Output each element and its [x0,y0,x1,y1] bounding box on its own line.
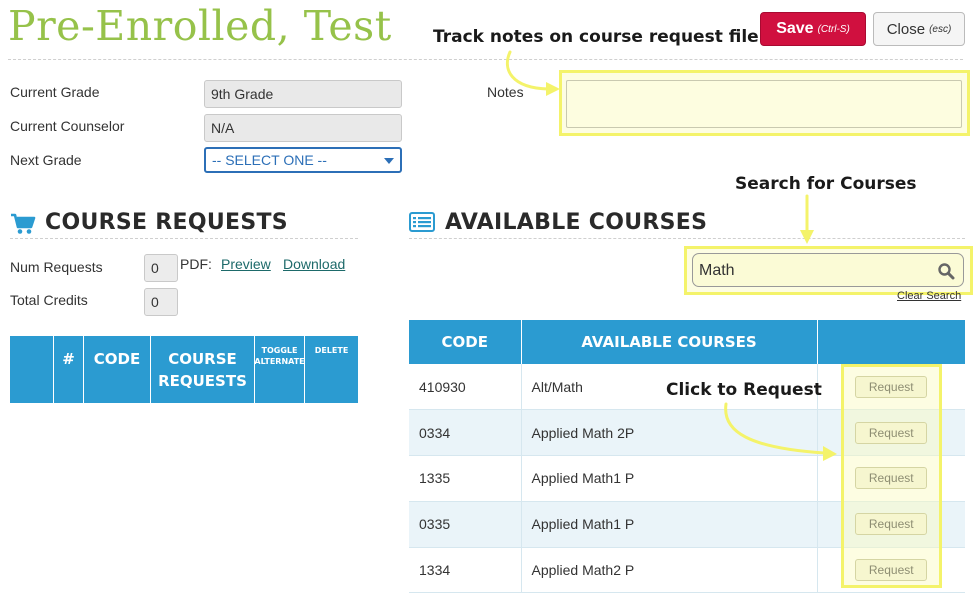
course-search-box[interactable] [692,253,964,287]
course-code: 0335 [409,501,522,548]
request-annotation: Click to Request [666,380,822,400]
chevron-down-icon [384,158,394,164]
col-toggle-alternate: TOGGLE ALTERNATE [254,336,305,403]
current-grade-label: Current Grade [10,84,100,100]
col-code-label: CODE [93,350,141,368]
list-icon [409,212,435,232]
notes-label: Notes [487,84,524,100]
pdf-label: PDF: [180,256,212,272]
col-available-action [817,320,965,364]
close-button[interactable]: Close (esc) [873,12,965,46]
preview-link[interactable]: Preview [221,256,271,272]
request-column-highlight [841,364,942,588]
col-handle [10,336,54,403]
course-requests-divider [10,238,358,239]
shopping-cart-icon [11,213,36,234]
available-courses-header-row: CODE AVAILABLE COURSES [409,320,965,364]
current-counselor-field: N/A [204,114,402,142]
col-toggle-line1: TOGGLE [261,346,298,355]
total-credits-field: 0 [144,288,178,316]
col-num: # [54,336,84,403]
current-grade-field: 9th Grade [204,80,402,108]
save-button-label: Save [776,20,814,37]
total-credits-label: Total Credits [10,292,88,308]
download-link[interactable]: Download [283,256,345,272]
course-name: Applied Math1 P [521,501,818,548]
col-available-code: CODE [409,320,522,364]
clear-search-link[interactable]: Clear Search [897,290,961,302]
course-requests-table-header: # CODE COURSE REQUESTS TOGGLE ALTERNATE … [10,336,358,403]
current-counselor-label: Current Counselor [10,118,125,134]
num-requests-field: 0 [144,254,178,282]
num-requests-label: Num Requests [10,259,103,275]
course-code: 1334 [409,547,522,594]
notes-textarea[interactable] [566,80,962,128]
available-courses-divider [409,238,965,239]
course-name: Applied Math2 P [521,547,818,594]
search-icon[interactable] [937,262,955,280]
save-button[interactable]: Save (Ctrl-S) [760,12,866,46]
next-grade-selected-value: -- SELECT ONE -- [212,152,327,168]
course-name: Applied Math 2P [521,409,818,457]
col-course-line1: COURSE [168,350,237,368]
col-available-name: AVAILABLE COURSES [521,320,818,364]
search-arrow-icon [800,194,814,244]
course-requests-title: COURSE REQUESTS [45,210,288,235]
col-course-line2: REQUESTS [158,372,247,390]
next-grade-label: Next Grade [10,152,82,168]
course-code: 410930 [409,364,522,411]
course-code: 0334 [409,409,522,457]
col-delete: DELETE [314,346,349,355]
search-annotation: Search for Courses [735,174,917,194]
course-search-input[interactable] [699,260,929,282]
title-divider [8,59,963,60]
close-shortcut-hint: (esc) [929,23,952,35]
close-button-label: Close [886,20,926,38]
course-name: Applied Math1 P [521,455,818,502]
course-code: 1335 [409,455,522,502]
next-grade-select[interactable]: -- SELECT ONE -- [204,147,402,173]
page-title: Pre-Enrolled, Test [8,2,392,50]
notes-annotation: Track notes on course request file [433,27,759,47]
col-course-requests: COURSE REQUESTS [151,336,255,403]
available-courses-title: AVAILABLE COURSES [445,210,708,235]
col-code: CODE [84,336,151,403]
save-shortcut-hint: (Ctrl-S) [817,23,850,35]
col-toggle-line2: ALTERNATE [254,357,305,366]
